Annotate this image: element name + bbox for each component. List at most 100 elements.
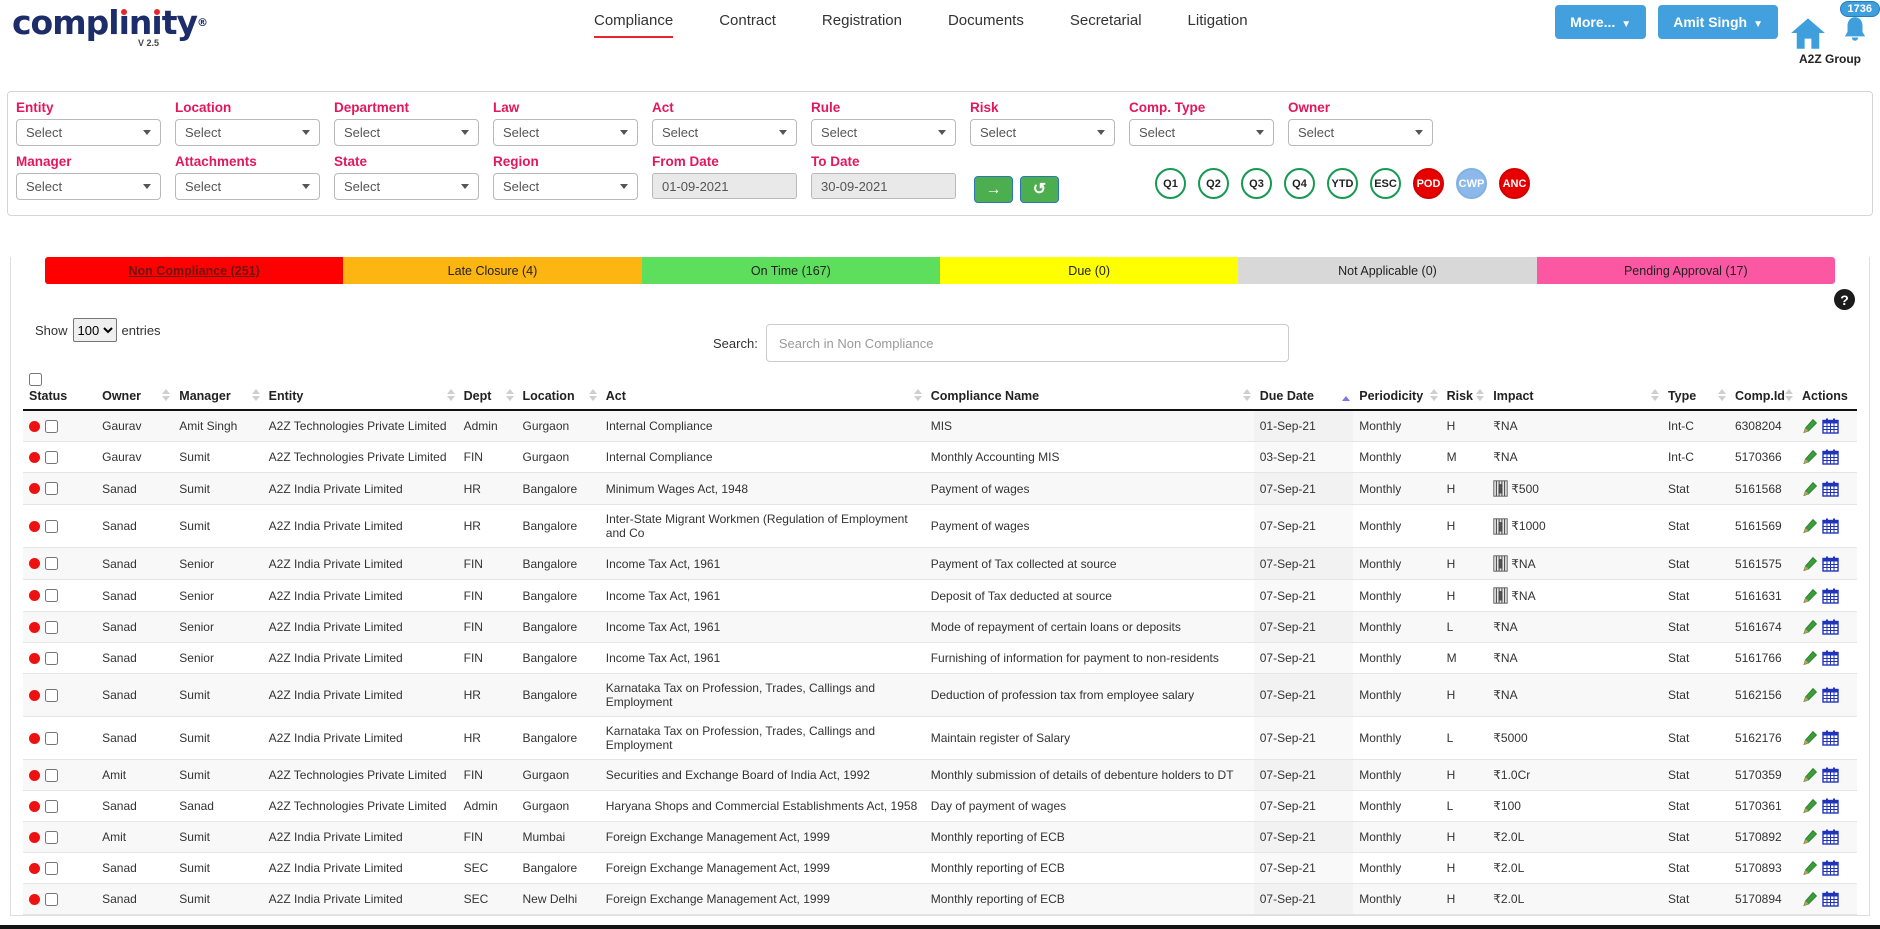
quick-filter-q3[interactable]: Q3 [1241,168,1272,199]
from-date-input[interactable]: 01-09-2021 [652,173,797,199]
nav-item-compliance[interactable]: Compliance [594,12,673,38]
column-header-compliance-name[interactable]: Compliance Name [925,370,1254,410]
column-header-impact[interactable]: Impact [1487,370,1662,410]
act-select[interactable]: Select [652,119,797,146]
calendar-icon[interactable] [1822,891,1839,907]
edit-pencil-icon[interactable] [1802,481,1818,497]
quick-filter-q4[interactable]: Q4 [1284,168,1315,199]
nav-item-secretarial[interactable]: Secretarial [1070,12,1142,38]
calendar-icon[interactable] [1822,730,1839,746]
quick-filter-q1[interactable]: Q1 [1155,168,1186,199]
column-header-entity[interactable]: Entity [263,370,458,410]
reset-filters-button[interactable]: ↺ [1020,176,1059,203]
quick-filter-ytd[interactable]: YTD [1327,168,1358,199]
calendar-icon[interactable] [1822,556,1839,572]
row-checkbox[interactable] [45,831,58,844]
edit-pencil-icon[interactable] [1802,619,1818,635]
to-date-input[interactable]: 30-09-2021 [811,173,956,199]
quick-filter-anc[interactable]: ANC [1499,168,1530,199]
column-header-manager[interactable]: Manager [173,370,262,410]
row-checkbox[interactable] [45,557,58,570]
quick-filter-q2[interactable]: Q2 [1198,168,1229,199]
nav-item-registration[interactable]: Registration [822,12,902,38]
home-icon[interactable] [1790,16,1826,50]
entries-per-page-select[interactable]: 100 [73,318,117,342]
edit-pencil-icon[interactable] [1802,860,1818,876]
row-checkbox[interactable] [45,862,58,875]
tab-not-applicable-0[interactable]: Not Applicable (0) [1238,257,1536,284]
edit-pencil-icon[interactable] [1802,588,1818,604]
column-header-comp-id[interactable]: Comp.Id [1729,370,1796,410]
edit-pencil-icon[interactable] [1802,650,1818,666]
quick-filter-esc[interactable]: ESC [1370,168,1401,199]
user-menu-button[interactable]: Amit Singh▼ [1658,5,1778,39]
manager-select[interactable]: Select [16,173,161,200]
comp-type-select[interactable]: Select [1129,119,1274,146]
calendar-icon[interactable] [1822,619,1839,635]
more-button[interactable]: More...▼ [1555,5,1646,39]
column-header-periodicity[interactable]: Periodicity [1353,370,1440,410]
row-checkbox[interactable] [45,769,58,782]
owner-select[interactable]: Select [1288,119,1433,146]
row-checkbox[interactable] [45,621,58,634]
quick-filter-cwp[interactable]: CWP [1456,168,1487,199]
calendar-icon[interactable] [1822,687,1839,703]
calendar-icon[interactable] [1822,860,1839,876]
edit-pencil-icon[interactable] [1802,798,1818,814]
calendar-icon[interactable] [1822,829,1839,845]
column-header-due-date[interactable]: Due Date [1254,370,1354,410]
edit-pencil-icon[interactable] [1802,418,1818,434]
search-input[interactable] [766,324,1289,362]
nav-item-contract[interactable]: Contract [719,12,776,38]
column-header-type[interactable]: Type [1662,370,1729,410]
calendar-icon[interactable] [1822,588,1839,604]
tab-pending-approval-17[interactable]: Pending Approval (17) [1537,257,1835,284]
row-checkbox[interactable] [45,689,58,702]
quick-filter-pod[interactable]: POD [1413,168,1444,199]
rule-select[interactable]: Select [811,119,956,146]
calendar-icon[interactable] [1822,449,1839,465]
edit-pencil-icon[interactable] [1802,730,1818,746]
edit-pencil-icon[interactable] [1802,518,1818,534]
location-select[interactable]: Select [175,119,320,146]
column-header-risk[interactable]: Risk [1441,370,1488,410]
apply-filters-button[interactable]: → [974,176,1013,203]
state-select[interactable]: Select [334,173,479,200]
edit-pencil-icon[interactable] [1802,891,1818,907]
row-checkbox[interactable] [45,482,58,495]
calendar-icon[interactable] [1822,418,1839,434]
column-header-location[interactable]: Location [517,370,600,410]
row-checkbox[interactable] [45,732,58,745]
edit-pencil-icon[interactable] [1802,556,1818,572]
row-checkbox[interactable] [45,589,58,602]
region-select[interactable]: Select [493,173,638,200]
law-select[interactable]: Select [493,119,638,146]
entity-select[interactable]: Select [16,119,161,146]
attachments-select[interactable]: Select [175,173,320,200]
column-header-act[interactable]: Act [600,370,925,410]
nav-item-litigation[interactable]: Litigation [1188,12,1248,38]
row-checkbox[interactable] [45,420,58,433]
edit-pencil-icon[interactable] [1802,687,1818,703]
row-checkbox[interactable] [45,520,58,533]
edit-pencil-icon[interactable] [1802,829,1818,845]
edit-pencil-icon[interactable] [1802,767,1818,783]
row-checkbox[interactable] [45,451,58,464]
risk-select[interactable]: Select [970,119,1115,146]
calendar-icon[interactable] [1822,481,1839,497]
row-checkbox[interactable] [45,800,58,813]
column-header-owner[interactable]: Owner [96,370,173,410]
calendar-icon[interactable] [1822,767,1839,783]
row-checkbox[interactable] [45,652,58,665]
help-icon[interactable]: ? [1834,289,1855,310]
row-checkbox[interactable] [45,893,58,906]
department-select[interactable]: Select [334,119,479,146]
edit-pencil-icon[interactable] [1802,449,1818,465]
column-header-dept[interactable]: Dept [458,370,517,410]
nav-item-documents[interactable]: Documents [948,12,1024,38]
tab-due-0[interactable]: Due (0) [940,257,1238,284]
tab-on-time-167[interactable]: On Time (167) [642,257,940,284]
calendar-icon[interactable] [1822,518,1839,534]
calendar-icon[interactable] [1822,798,1839,814]
tab-non-compliance-251[interactable]: Non Compliance (251) [45,257,343,284]
